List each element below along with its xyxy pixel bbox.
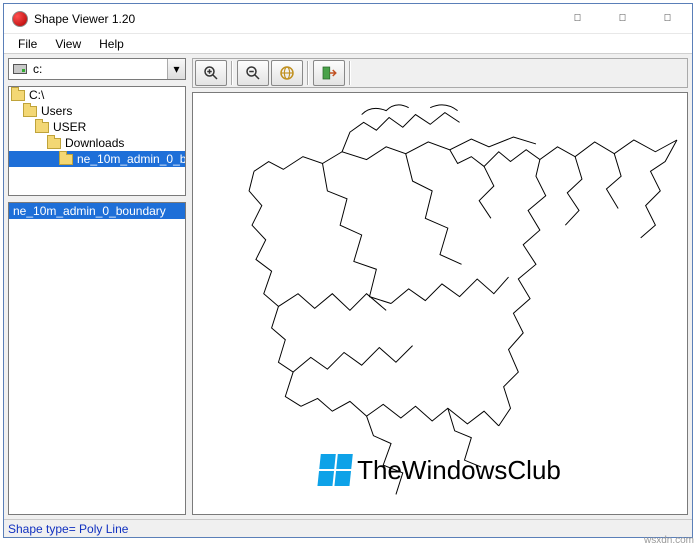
zoom-extent-button[interactable]: [271, 60, 303, 86]
tree-item[interactable]: C:\: [9, 87, 185, 103]
drive-icon: [13, 64, 27, 74]
tree-item[interactable]: Downloads: [9, 135, 185, 151]
exit-icon: [320, 64, 338, 82]
globe-icon: [278, 64, 296, 82]
tree-item-label: C:\: [29, 88, 44, 102]
folder-icon: [59, 154, 73, 165]
folder-icon: [35, 122, 49, 133]
tree-item-label: ne_10m_admin_0_bou: [77, 152, 185, 166]
minimize-button[interactable]: : [555, 4, 600, 33]
list-item[interactable]: ne_10m_admin_0_boundary: [9, 203, 185, 219]
shape-render: [193, 93, 687, 514]
exit-button[interactable]: [313, 60, 345, 86]
statusbar: Shape type= Poly Line: [4, 519, 692, 537]
client-area: c: ▾ C:\ Users USER Downloads ne_10m_admin_0…: [4, 54, 692, 519]
tree-item[interactable]: Users: [9, 103, 185, 119]
chevron-down-icon: ▾: [167, 59, 185, 79]
watermark-text: TheWindowsClub: [357, 455, 561, 486]
app-icon: [12, 11, 28, 27]
file-list[interactable]: ne_10m_admin_0_boundary: [8, 202, 186, 515]
divider: [231, 61, 233, 85]
app-window: Shape Viewer 1.20    File View Help c…: [3, 3, 693, 538]
close-button[interactable]: : [645, 4, 690, 33]
divider: [349, 61, 351, 85]
menu-view[interactable]: View: [47, 36, 89, 52]
menu-file[interactable]: File: [10, 36, 45, 52]
zoom-out-button[interactable]: [237, 60, 269, 86]
titlebar: Shape Viewer 1.20   : [4, 4, 692, 34]
menu-help[interactable]: Help: [91, 36, 132, 52]
watermark: TheWindowsClub: [319, 454, 561, 486]
source-credit: wsxdn.com: [644, 535, 694, 546]
zoom-in-button[interactable]: [195, 60, 227, 86]
map-viewport[interactable]: TheWindowsClub: [192, 92, 688, 515]
maximize-button[interactable]: : [600, 4, 645, 33]
drive-combobox[interactable]: c: ▾: [8, 58, 186, 80]
tree-item[interactable]: ne_10m_admin_0_bou: [9, 151, 185, 167]
drive-label: c:: [33, 62, 42, 76]
folder-tree[interactable]: C:\ Users USER Downloads ne_10m_admin_0_bou: [8, 86, 186, 196]
status-text: Shape type= Poly Line: [8, 522, 128, 536]
folder-icon: [23, 106, 37, 117]
menubar: File View Help: [4, 34, 692, 54]
tree-item-label: USER: [53, 120, 86, 134]
tree-item-label: Users: [41, 104, 72, 118]
zoom-in-icon: [202, 64, 220, 82]
left-panel: c: ▾ C:\ Users USER Downloads ne_10m_admin_0…: [8, 58, 186, 515]
folder-icon: [11, 90, 25, 101]
folder-icon: [47, 138, 61, 149]
window-title: Shape Viewer 1.20: [34, 12, 555, 26]
toolbar: [192, 58, 688, 88]
tree-item[interactable]: USER: [9, 119, 185, 135]
zoom-out-icon: [244, 64, 262, 82]
divider: [307, 61, 309, 85]
windows-logo-icon: [317, 454, 352, 486]
tree-item-label: Downloads: [65, 136, 124, 150]
right-panel: TheWindowsClub: [192, 58, 688, 515]
